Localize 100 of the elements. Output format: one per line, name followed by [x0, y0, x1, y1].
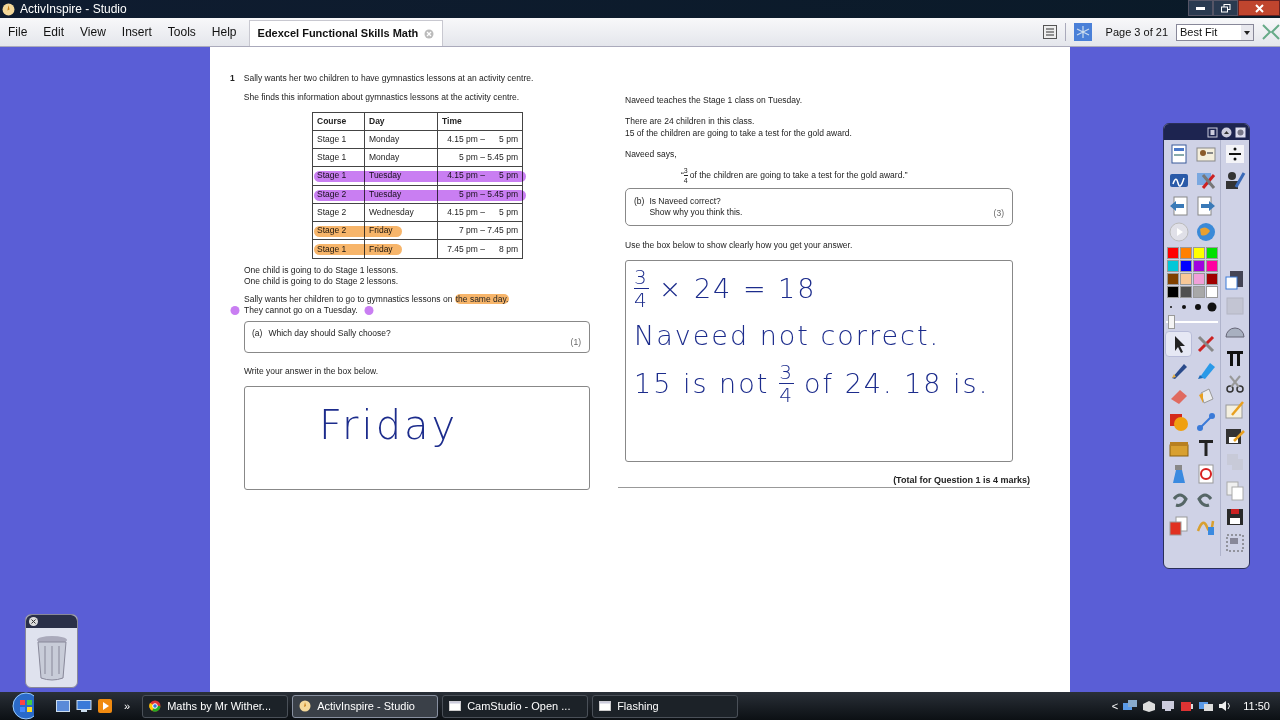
- settings-icon[interactable]: [1235, 126, 1246, 138]
- color-swatch[interactable]: [1166, 286, 1179, 298]
- table-cell: Tuesday: [369, 170, 402, 182]
- color-swatch[interactable]: [1179, 247, 1192, 259]
- table-cell: Tuesday: [369, 188, 402, 200]
- color-swatch[interactable]: [1205, 286, 1218, 298]
- table-cell: Stage 2: [317, 206, 347, 218]
- part-label: (a): [252, 328, 263, 341]
- color-swatch[interactable]: [1166, 273, 1179, 285]
- taskbar-button[interactable]: ActivInspire - Studio: [292, 694, 439, 718]
- network-icon[interactable]: [1199, 700, 1214, 712]
- more-button[interactable]: »: [124, 697, 131, 715]
- color-swatch[interactable]: [1179, 286, 1192, 298]
- color-swatch[interactable]: [1192, 247, 1205, 259]
- menu-item[interactable]: Tools: [159, 23, 204, 41]
- table-cell: 4.15 pm – 5 pm: [447, 170, 518, 182]
- color-swatch[interactable]: [1192, 273, 1205, 285]
- slider-thumb[interactable]: [1168, 315, 1176, 329]
- menu-item[interactable]: View: [72, 23, 114, 41]
- menu-item[interactable]: Help: [203, 23, 245, 41]
- quote-text: of the children are going to take a test for the gold award.”: [689, 170, 908, 181]
- question-text: Which day should Sally choose?: [268, 328, 391, 341]
- color-swatch[interactable]: [1205, 247, 1218, 259]
- table-cell: Friday: [369, 225, 393, 237]
- window-title: ActivInspire - Studio: [20, 1, 127, 18]
- question-text: Sally wants her two children to have gymnastics lessons at an activity centre.: [243, 73, 534, 84]
- speaker-icon[interactable]: [1218, 700, 1233, 712]
- pen-width-slider[interactable]: [1166, 315, 1219, 329]
- marks-label: (3): [993, 208, 1004, 219]
- pin-icon[interactable]: [1207, 126, 1218, 138]
- battery-icon[interactable]: [1180, 700, 1195, 712]
- question-text: She finds this information about gymnastics lessons at the activity centre.: [243, 92, 521, 103]
- tray-toggle[interactable]: <: [1111, 697, 1119, 715]
- table-cell: Friday: [369, 243, 393, 255]
- box-icon[interactable]: [1142, 700, 1157, 712]
- handwritten-answer: Friday: [319, 402, 459, 449]
- menu-item[interactable]: Edit: [35, 23, 73, 41]
- question-text: Naveed says,: [625, 148, 678, 160]
- ink-dot: [230, 306, 240, 316]
- menu-item[interactable]: File: [0, 23, 36, 41]
- close-icon[interactable]: [29, 617, 38, 626]
- taskbar-button[interactable]: Maths by Mr Wither...: [142, 694, 289, 718]
- part-label: (b): [634, 196, 645, 208]
- quote-mark: “: [681, 170, 684, 180]
- question-text: Naveed teaches the Stage 1 class on Tuesday.: [625, 94, 804, 106]
- table-cell: Stage 1: [317, 243, 347, 255]
- color-swatch[interactable]: [1205, 273, 1218, 285]
- color-swatch[interactable]: [1205, 260, 1218, 272]
- page-notes-icon[interactable]: [1042, 25, 1057, 39]
- color-swatch[interactable]: [1192, 286, 1205, 298]
- close-button[interactable]: [1238, 0, 1280, 16]
- question-text: One child is going to do Stage 2 lessons.: [244, 276, 400, 288]
- task-label: Flashing: [617, 698, 659, 714]
- column-header: Course: [313, 113, 365, 130]
- restore-button[interactable]: [1213, 0, 1238, 16]
- column-header: Day: [365, 113, 438, 130]
- toolbox-header[interactable]: [1164, 124, 1249, 140]
- dual-screen-icon[interactable]: [1262, 23, 1280, 41]
- desktop-icon[interactable]: [56, 700, 70, 712]
- table-cell: 7.45 pm – 8 pm: [447, 243, 518, 255]
- taskbar-button[interactable]: CamStudio - Open ...: [442, 694, 589, 718]
- snowflake-icon[interactable]: [1073, 23, 1092, 41]
- question-text: They cannot go on a Tuesday.: [244, 305, 358, 317]
- table-cell: Monday: [369, 152, 400, 164]
- recycle-bin-widget[interactable]: [25, 614, 78, 688]
- document-tab[interactable]: Edexcel Functional Skills Math: [248, 20, 444, 46]
- answer-box[interactable]: Friday: [244, 386, 590, 491]
- media-player-icon[interactable]: [98, 699, 112, 713]
- color-swatch[interactable]: [1166, 260, 1179, 272]
- monitor-icon[interactable]: [1161, 700, 1176, 712]
- zoom-dropdown[interactable]: Best Fit: [1176, 23, 1254, 41]
- fraction-denominator: 4: [779, 385, 795, 405]
- menu-item[interactable]: Insert: [113, 23, 160, 41]
- close-icon: [1254, 3, 1264, 13]
- question-text: One child is going to do Stage 1 lessons.: [244, 265, 400, 277]
- table-cell: Stage 1: [317, 134, 347, 146]
- color-swatch[interactable]: [1179, 260, 1192, 272]
- question-text: Write your answer in the box below.: [244, 366, 380, 378]
- fraction-numerator: 3: [779, 362, 795, 382]
- question-number: 1: [230, 73, 235, 85]
- clock: 11:50: [1243, 698, 1270, 714]
- question-text: 15 of the children are going to take a test for the gold award.: [625, 127, 853, 139]
- task-label: Maths by Mr Wither...: [167, 698, 272, 714]
- table-cell: 4.15 pm – 5 pm: [447, 134, 518, 146]
- handwritten-working: 15 is not: [634, 366, 770, 401]
- network-icon[interactable]: [1123, 699, 1138, 713]
- color-swatch[interactable]: [1192, 260, 1205, 272]
- color-swatch[interactable]: [1179, 273, 1192, 285]
- question-text: Show why you think this.: [649, 207, 743, 218]
- table-cell: Wednesday: [369, 206, 414, 218]
- color-swatch[interactable]: [1166, 247, 1179, 259]
- handwritten-working: Naveed not correct.: [634, 319, 941, 353]
- taskbar-button[interactable]: Flashing: [592, 694, 739, 718]
- table-cell: 5 pm – 5.45 pm: [458, 152, 518, 164]
- minimize-button[interactable]: [1188, 0, 1213, 16]
- minimize-icon[interactable]: [1221, 126, 1232, 138]
- table-cell: Stage 1: [317, 170, 347, 182]
- question-text: Is Naveed correct?: [649, 196, 722, 207]
- monitor-icon[interactable]: [76, 699, 92, 713]
- ink-dot: [363, 306, 374, 316]
